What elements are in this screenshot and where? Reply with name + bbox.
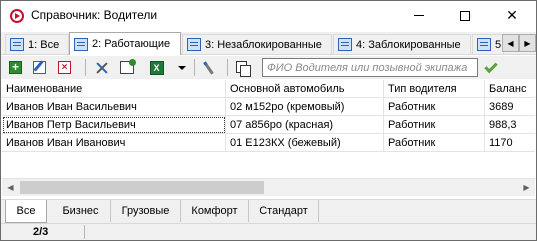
drivers-table: Наименование Основной автомобиль Тип вод…	[2, 80, 535, 178]
tab-scroll-left-button[interactable]: ◀	[502, 34, 519, 52]
category-tab-comfort[interactable]: Комфорт	[181, 200, 249, 222]
app-icon	[10, 9, 24, 23]
tab-all[interactable]: 1: Все	[5, 34, 69, 54]
excel-export-button[interactable]: X	[148, 59, 165, 76]
tools-icon	[95, 61, 109, 75]
title-bar[interactable]: Справочник: Водители ✕	[1, 1, 536, 30]
column-header-name[interactable]: Наименование	[2, 80, 226, 98]
add-icon: +	[9, 61, 22, 74]
cell-balance[interactable]: 1170	[485, 134, 535, 152]
cell-balance[interactable]: 988,3	[485, 116, 535, 134]
tab-unblocked[interactable]: 3: Незаблокированные	[182, 34, 332, 54]
apply-search-button[interactable]	[482, 59, 500, 76]
copy-icon	[236, 60, 251, 77]
maximize-button[interactable]	[442, 1, 488, 30]
tab-5[interactable]: 5	[472, 34, 504, 54]
list-icon	[338, 38, 352, 51]
minimize-button[interactable]	[396, 1, 442, 30]
column-header-balance[interactable]: Баланс	[485, 80, 535, 98]
chevron-down-icon	[177, 65, 186, 70]
category-tab-standard[interactable]: Стандарт	[249, 200, 319, 222]
category-tabs: Все Бизнес Грузовые Комфорт Стандарт	[1, 199, 536, 223]
maximize-icon	[460, 10, 470, 21]
cell-car[interactable]: 01 Е123КХ (бежевый)	[226, 134, 384, 152]
column-header-driver-type[interactable]: Тип водителя	[384, 80, 485, 98]
tab-label: 1: Все	[28, 38, 60, 51]
export-dropdown-button[interactable]	[173, 59, 190, 76]
list-icon	[74, 37, 88, 51]
category-tab-trucks[interactable]: Грузовые	[111, 200, 181, 222]
cell-name[interactable]: Иванов Петр Васильевич	[2, 116, 226, 134]
minimize-icon	[414, 15, 424, 16]
cell-name[interactable]: Иванов Иван Васильевич	[2, 98, 226, 116]
table-header: Наименование Основной автомобиль Тип вод…	[2, 80, 535, 98]
horizontal-scrollbar[interactable]: ◀ ▶	[2, 178, 535, 196]
table-row[interactable]: Иванов Петр Васильевич 07 а856ро (красна…	[2, 116, 535, 134]
delete-button[interactable]: ×	[56, 59, 73, 76]
cell-name[interactable]: Иванов Иван Иванович	[2, 134, 226, 152]
pen-icon	[203, 60, 214, 75]
column-header-car[interactable]: Основной автомобиль	[226, 80, 384, 98]
window-title: Справочник: Водители	[31, 8, 158, 22]
delete-icon: ×	[58, 61, 71, 74]
cell-car[interactable]: 07 а856ро (красная)	[226, 116, 384, 134]
list-icon	[477, 38, 491, 51]
search-input[interactable]	[262, 58, 478, 77]
toolbar-separator	[194, 59, 195, 76]
scrollbar-thumb[interactable]	[20, 181, 264, 194]
table-row[interactable]: Иванов Иван Васильевич 02 м152ро (кремов…	[2, 98, 535, 116]
table-row[interactable]: Иванов Иван Иванович 01 Е123КХ (бежевый)…	[2, 134, 535, 152]
tab-label: 4: Заблокированные	[356, 38, 461, 51]
tab-label: 5	[495, 38, 502, 51]
tab-working[interactable]: 2: Работающие	[69, 32, 181, 55]
toolbar-separator	[85, 59, 86, 76]
tab-scroll: ◀ ▶	[502, 34, 536, 52]
record-position: 2/3	[33, 226, 49, 238]
copy-button[interactable]	[234, 59, 251, 77]
category-tab-all[interactable]: Все	[5, 200, 47, 223]
toolbar: + × X	[1, 56, 536, 79]
tab-label: 2: Работающие	[92, 38, 171, 50]
cell-driver-type[interactable]: Работник	[384, 116, 485, 134]
settings-icon	[119, 59, 136, 74]
scroll-right-icon[interactable]: ▶	[518, 179, 535, 196]
edit-icon	[33, 61, 46, 74]
edit-button[interactable]	[31, 59, 48, 76]
pen-button[interactable]	[200, 59, 217, 76]
cell-balance[interactable]: 3689	[485, 98, 535, 116]
tab-label: 3: Незаблокированные	[205, 38, 322, 51]
category-tab-business[interactable]: Бизнес	[51, 200, 111, 222]
cell-driver-type[interactable]: Работник	[384, 98, 485, 116]
add-button[interactable]: +	[7, 59, 24, 76]
filter-tabs: 1: Все 2: Работающие 3: Незаблокированны…	[1, 32, 536, 55]
excel-icon: X	[149, 60, 164, 75]
status-divider	[84, 225, 85, 239]
cell-car[interactable]: 02 м152ро (кремовый)	[226, 98, 384, 116]
close-button[interactable]: ✕	[489, 1, 535, 30]
scroll-left-icon[interactable]: ◀	[2, 179, 19, 196]
cell-driver-type[interactable]: Работник	[384, 134, 485, 152]
tab-blocked[interactable]: 4: Заблокированные	[333, 34, 471, 54]
list-icon	[10, 38, 24, 51]
tab-scroll-right-button[interactable]: ▶	[519, 34, 536, 52]
status-bar: 2/3	[1, 223, 536, 240]
settings-button[interactable]	[118, 59, 136, 76]
list-icon	[187, 38, 201, 51]
close-icon: ✕	[506, 7, 518, 23]
toolbar-separator	[227, 59, 228, 76]
check-icon	[484, 59, 498, 74]
window: Справочник: Водители ✕ 1: Все 2: Работаю…	[0, 0, 537, 241]
tools-button[interactable]	[93, 59, 110, 76]
